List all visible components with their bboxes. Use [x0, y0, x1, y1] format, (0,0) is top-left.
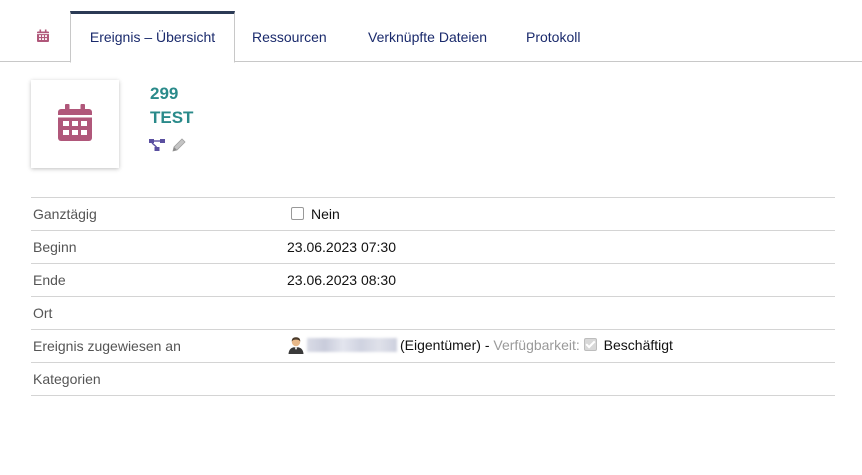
- calendar-large-icon: [58, 104, 92, 141]
- all-day-label: Ganztägig: [33, 206, 97, 222]
- tab-overview[interactable]: Ereignis – Übersicht: [70, 11, 235, 63]
- assigned-label: Ereignis zugewiesen an: [33, 338, 181, 354]
- event-title: TEST: [150, 108, 194, 127]
- event-properties-table: Ganztägig Nein Beginn 23.06.2023 07:30 E…: [31, 197, 835, 396]
- start-label: Beginn: [33, 239, 77, 255]
- all-day-text: Nein: [311, 206, 340, 222]
- assigned-value: (Eigentümer) - Verfügbarkeit: Beschäftig…: [287, 336, 673, 354]
- row-location: Ort: [31, 296, 835, 329]
- availability-label: Verfügbarkeit:: [493, 337, 580, 353]
- location-label: Ort: [33, 305, 53, 321]
- tab-resources[interactable]: Ressourcen: [252, 12, 327, 61]
- all-day-value: Nein: [291, 206, 340, 222]
- end-label: Ende: [33, 272, 66, 288]
- owner-suffix: (Eigentümer): [400, 337, 481, 353]
- end-value: 23.06.2023 08:30: [287, 272, 396, 288]
- header-actions: [149, 137, 187, 156]
- calendar-icon: [36, 29, 50, 43]
- tab-log[interactable]: Protokoll: [526, 12, 580, 61]
- row-start: Beginn 23.06.2023 07:30: [31, 230, 835, 263]
- availability-checkbox[interactable]: [583, 338, 597, 351]
- event-type-tile: [31, 80, 119, 168]
- row-categories: Kategorien: [31, 362, 835, 396]
- row-end: Ende 23.06.2023 08:30: [31, 263, 835, 296]
- all-day-checkbox[interactable]: [291, 207, 304, 220]
- tab-bar: Ereignis – Übersicht Ressourcen Verknüpf…: [0, 0, 862, 63]
- assigned-user-name-redacted[interactable]: [307, 338, 397, 352]
- workflow-icon[interactable]: [149, 138, 167, 155]
- start-value: 23.06.2023 07:30: [287, 239, 396, 255]
- availability-value: Beschäftigt: [603, 337, 673, 353]
- user-avatar-icon: [287, 336, 305, 354]
- event-id: 299: [150, 84, 179, 103]
- separator: -: [484, 337, 490, 353]
- edit-pencil-icon[interactable]: [171, 137, 187, 156]
- row-all-day: Ganztägig Nein: [31, 197, 835, 230]
- categories-label: Kategorien: [33, 371, 101, 387]
- tab-linked-files[interactable]: Verknüpfte Dateien: [368, 12, 487, 61]
- row-assigned: Ereignis zugewiesen an (Eigentümer) - Ve…: [31, 329, 835, 362]
